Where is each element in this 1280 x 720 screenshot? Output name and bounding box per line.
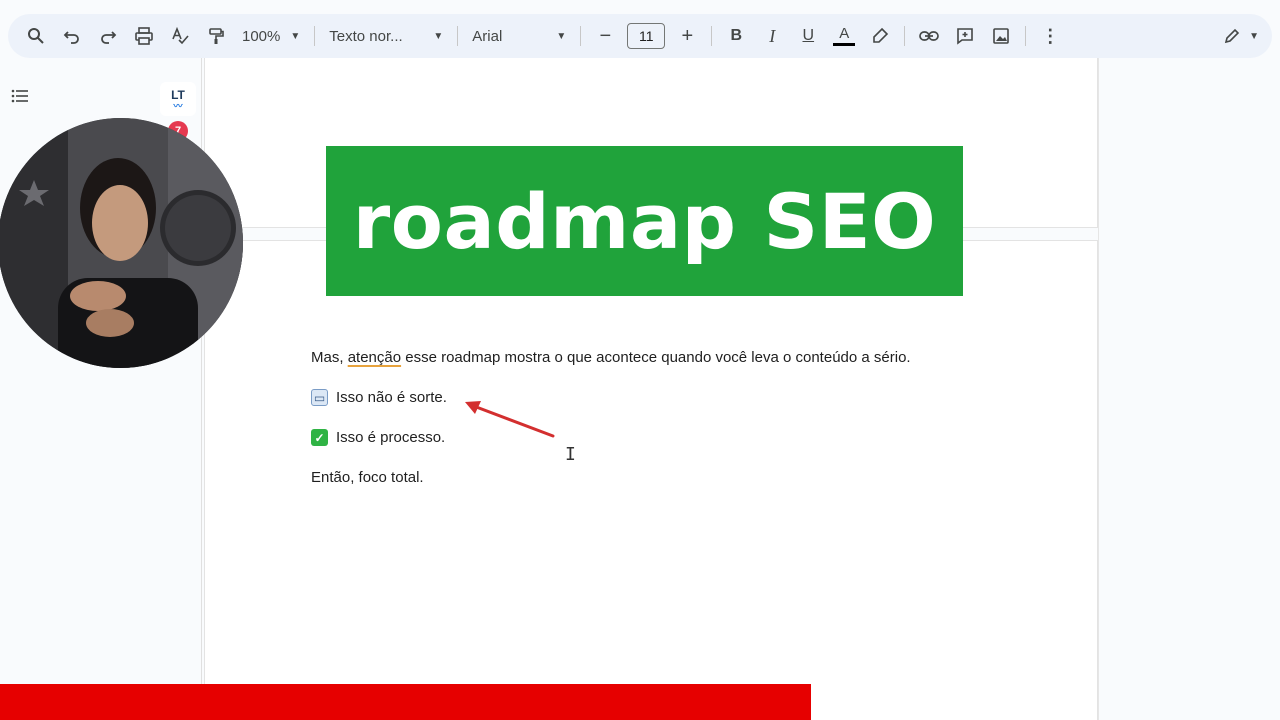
text-color-button[interactable]: A	[829, 21, 859, 51]
paragraph[interactable]: ✓ Isso é processo.	[311, 429, 445, 446]
paragraph-text: Mas,	[311, 349, 348, 366]
more-options-icon[interactable]: ⋮	[1035, 21, 1065, 51]
wave-icon: 〰	[173, 101, 183, 111]
style-value: Texto nor...	[329, 27, 403, 45]
add-comment-icon[interactable]	[950, 21, 980, 51]
print-icon[interactable]	[129, 21, 159, 51]
insert-image-icon[interactable]	[986, 21, 1016, 51]
webcam-overlay	[0, 118, 243, 368]
toolbar-divider	[904, 26, 906, 46]
top-strip	[0, 0, 1280, 8]
banner-text: roadmap SEO	[352, 176, 937, 266]
toolbar-divider	[457, 26, 459, 46]
text-cursor-icon: I	[565, 444, 576, 465]
document-outline-icon[interactable]	[4, 80, 36, 112]
languagetool-button[interactable]: LT 〰	[160, 82, 196, 116]
editing-mode-button[interactable]: ▼	[1223, 21, 1259, 51]
annotation-arrow-icon	[465, 401, 555, 438]
check-mark-icon: ✓	[311, 429, 328, 446]
screen: 100% ▼ Texto nor... ▼ Arial ▼ − 11 + B I…	[0, 0, 1280, 720]
chevron-down-icon: ▼	[556, 30, 567, 42]
pencil-icon	[1224, 28, 1240, 44]
paragraph[interactable]: ▭ Isso não é sorte.	[311, 389, 447, 406]
italic-button[interactable]: I	[757, 21, 787, 51]
font-value: Arial	[472, 27, 503, 45]
increase-font-size-button[interactable]: +	[672, 21, 702, 51]
spellcheck-icon[interactable]	[165, 21, 195, 51]
text-color-swatch	[833, 42, 856, 46]
bold-button[interactable]: B	[721, 21, 751, 51]
blocked-emoji-icon: ▭	[311, 389, 328, 406]
style-select[interactable]: Texto nor... ▼	[321, 21, 451, 51]
toolbar-divider	[711, 26, 713, 46]
paragraph-text: Isso é processo.	[336, 429, 446, 446]
paragraph-text: Isso não é sorte.	[336, 389, 447, 406]
redo-icon[interactable]	[93, 21, 123, 51]
zoom-select[interactable]: 100% ▼	[234, 21, 308, 51]
title-banner: roadmap SEO	[326, 146, 963, 296]
docs-toolbar: 100% ▼ Texto nor... ▼ Arial ▼ − 11 + B I…	[8, 14, 1272, 58]
toolbar-divider	[580, 26, 582, 46]
text-color-label: A	[839, 24, 850, 42]
paragraph[interactable]: Mas, atenção esse roadmap mostra o que a…	[311, 349, 911, 366]
chevron-down-icon: ▼	[1249, 30, 1259, 42]
paragraph[interactable]: Então, foco total.	[311, 469, 424, 486]
undo-icon[interactable]	[57, 21, 87, 51]
presenter-video-image	[0, 118, 243, 368]
chevron-down-icon: ▼	[290, 30, 301, 42]
highlight-icon[interactable]	[865, 21, 895, 51]
font-select[interactable]: Arial ▼	[464, 21, 574, 51]
red-bottom-bar	[0, 684, 811, 720]
font-size-input[interactable]: 11	[627, 23, 666, 49]
flagged-word[interactable]: atenção	[348, 349, 401, 366]
paint-format-icon[interactable]	[201, 21, 231, 51]
languagetool-label: LT	[171, 88, 185, 102]
search-icon[interactable]	[21, 21, 51, 51]
underline-button[interactable]: U	[793, 21, 823, 51]
toolbar-divider	[1025, 26, 1027, 46]
paragraph-text: Então, foco total.	[311, 469, 424, 486]
decrease-font-size-button[interactable]: −	[590, 21, 620, 51]
link-icon[interactable]	[914, 21, 944, 51]
page-right-edge	[1098, 58, 1099, 720]
toolbar-divider	[314, 26, 316, 46]
chevron-down-icon: ▼	[433, 30, 444, 42]
paragraph-text: esse roadmap mostra o que acontece quand…	[401, 349, 911, 366]
zoom-value: 100%	[242, 27, 281, 45]
